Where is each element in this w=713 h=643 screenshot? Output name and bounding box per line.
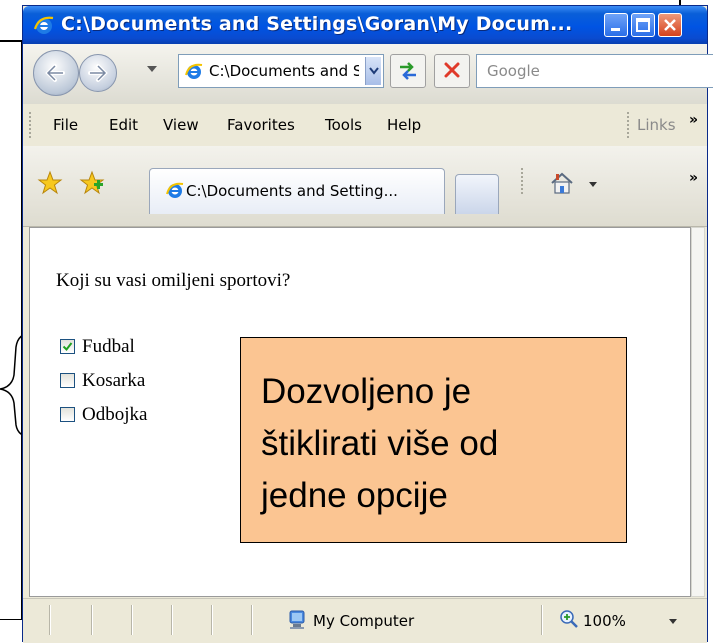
option-label: Fudbal (82, 336, 135, 357)
computer-icon (289, 610, 305, 629)
menu-favorites[interactable]: Favorites (227, 116, 295, 134)
toolbar-grip[interactable] (29, 112, 34, 138)
refresh-button[interactable] (390, 54, 426, 88)
checkbox-fudbal[interactable] (60, 339, 75, 354)
status-bar: My Computer 100% (23, 598, 707, 643)
security-zone-label: My Computer (313, 612, 415, 630)
refresh-arrows-icon (400, 62, 416, 80)
status-divider (211, 605, 212, 635)
status-divider (251, 605, 252, 635)
back-arrow-icon (45, 64, 65, 82)
menu-edit[interactable]: Edit (109, 116, 138, 134)
zoom-magnifier-icon[interactable] (559, 609, 579, 629)
close-icon (664, 19, 676, 31)
forward-button[interactable] (79, 54, 117, 92)
maximize-button[interactable] (631, 13, 655, 37)
chevron-down-icon (369, 67, 379, 75)
menu-bar: File Edit View Favorites Tools Help Link… (23, 104, 707, 147)
forward-arrow-icon (88, 64, 108, 82)
check-mark-icon (62, 342, 73, 352)
callout-text: Dozvoljeno je štiklirati više od jedne o… (261, 366, 621, 522)
title-bar[interactable]: C:\Documents and Settings\Goran\My Docum… (23, 6, 707, 44)
tab-bar: C:\Documents and Setting... » (23, 146, 707, 227)
address-text: C:\Documents and Sett (209, 62, 359, 80)
status-divider (91, 605, 92, 635)
links-grip[interactable] (627, 112, 632, 138)
links-toolbar[interactable]: Links (637, 116, 676, 134)
status-divider (131, 605, 132, 635)
checkbox-kosarka[interactable] (60, 373, 75, 388)
menu-tools[interactable]: Tools (325, 116, 362, 134)
vertical-scrollbar[interactable] (691, 227, 705, 597)
callout-line-2: štiklirati više od (261, 424, 499, 463)
command-bar-grip[interactable] (521, 168, 526, 194)
links-overflow-icon[interactable]: » (689, 112, 698, 128)
tab-title: C:\Documents and Setting... (186, 182, 398, 200)
close-button[interactable] (658, 13, 682, 37)
option-label: Odbojka (82, 404, 148, 425)
ie-tab-icon (166, 182, 184, 198)
callout-line-3: jedne opcije (261, 476, 448, 515)
ie-page-icon (185, 63, 203, 79)
status-divider (541, 605, 542, 635)
menu-help[interactable]: Help (387, 116, 421, 134)
menu-file[interactable]: File (53, 116, 78, 134)
address-dropdown-button[interactable] (365, 57, 381, 85)
search-placeholder: Google (487, 62, 540, 80)
zoom-level[interactable]: 100% (583, 612, 626, 630)
favorites-star-icon[interactable] (37, 170, 63, 196)
zoom-dropdown-icon[interactable] (669, 619, 677, 624)
command-overflow-icon[interactable]: » (689, 170, 698, 186)
option-label: Kosarka (82, 370, 146, 391)
add-favorite-icon[interactable] (79, 170, 105, 196)
menu-view[interactable]: View (163, 116, 199, 134)
status-divider (171, 605, 172, 635)
checkbox-odbojka[interactable] (60, 407, 75, 422)
new-tab-button[interactable] (455, 174, 499, 214)
stop-button[interactable] (434, 54, 470, 88)
stop-x-icon (444, 62, 460, 78)
tab-current-page[interactable]: C:\Documents and Setting... (149, 168, 445, 214)
minimize-button[interactable] (604, 13, 628, 37)
status-divider (49, 605, 50, 635)
maximize-icon (636, 18, 650, 32)
callout-line-1: Dozvoljeno je (261, 372, 472, 411)
address-bar[interactable]: C:\Documents and Sett (178, 54, 384, 88)
callout-box: Dozvoljeno je štiklirati više od jedne o… (240, 337, 627, 543)
history-dropdown-icon[interactable] (147, 66, 157, 72)
window-title: C:\Documents and Settings\Goran\My Docum… (61, 13, 573, 35)
minimize-icon (611, 28, 620, 31)
back-button[interactable] (33, 50, 79, 96)
question-text: Koji su vasi omiljeni sportovi? (56, 270, 291, 291)
home-icon[interactable] (549, 170, 575, 196)
home-dropdown-icon[interactable] (589, 182, 597, 187)
navigation-bar: C:\Documents and Sett Google (23, 44, 713, 105)
search-box[interactable]: Google (476, 54, 713, 88)
ie-logo-icon (33, 16, 54, 34)
browser-window: C:\Documents and Settings\Goran\My Docum… (22, 5, 713, 643)
